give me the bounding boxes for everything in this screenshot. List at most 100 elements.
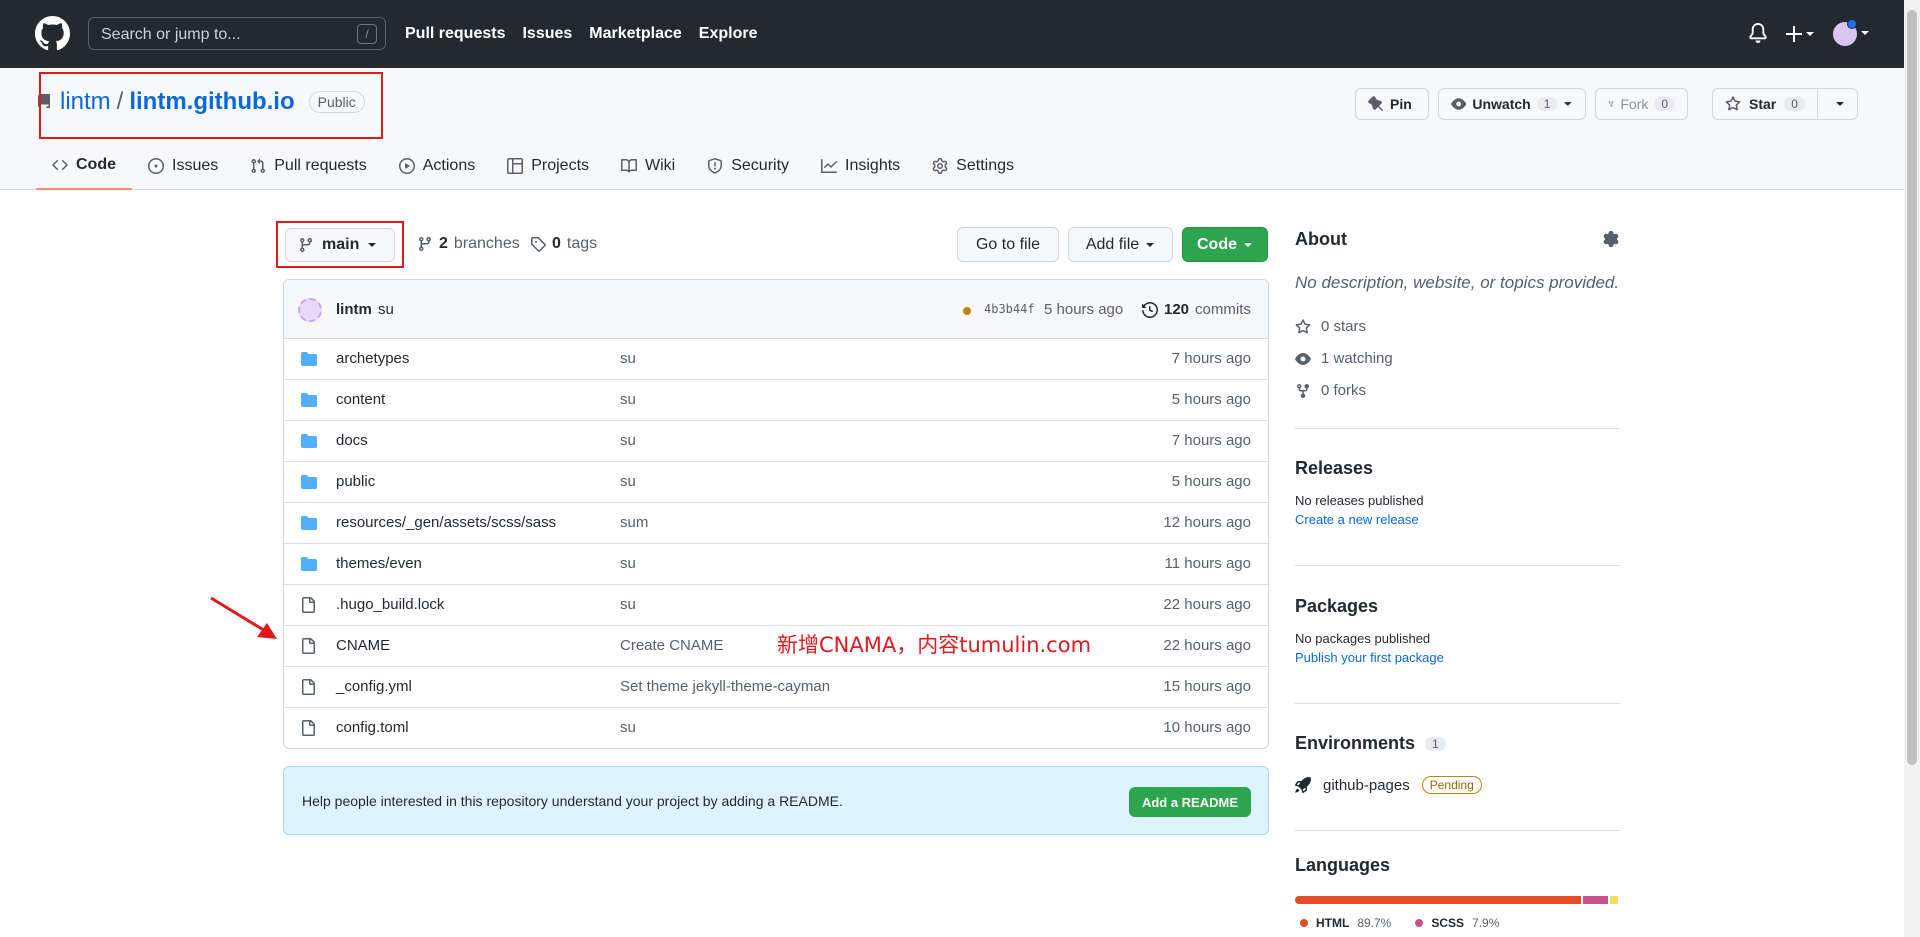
environment-item[interactable]: github-pages Pending (1295, 776, 1482, 794)
language-bar-segment (1295, 896, 1582, 904)
file-commit-message[interactable]: su (620, 391, 636, 408)
add-readme-button[interactable]: Add a README (1128, 787, 1251, 817)
tags-link[interactable]: 0 tags (530, 235, 597, 253)
tab-issues[interactable]: Issues (132, 154, 234, 190)
language-name: SCSS (1431, 916, 1465, 930)
publish-package-link[interactable]: Publish your first package (1295, 650, 1620, 665)
releases-heading[interactable]: Releases (1295, 458, 1620, 479)
commit-message[interactable]: su (378, 301, 394, 318)
file-name-link[interactable]: archetypes (336, 350, 409, 367)
packages-heading[interactable]: Packages (1295, 596, 1620, 617)
file-name-link[interactable]: themes/even (336, 555, 422, 572)
create-release-link[interactable]: Create a new release (1295, 512, 1620, 527)
commit-status-dot[interactable] (963, 307, 971, 315)
gear-icon[interactable] (1603, 231, 1619, 247)
file-commit-message[interactable]: su (620, 596, 636, 613)
file-commit-message[interactable]: sum (620, 514, 648, 531)
tab-security[interactable]: Security (691, 154, 805, 190)
branches-link[interactable]: 2 branches (417, 235, 520, 253)
graph-icon (821, 159, 838, 173)
branches-count: 2 (439, 235, 448, 252)
file-row[interactable]: themes/even su 11 hours ago (284, 544, 1268, 585)
go-to-file-button[interactable]: Go to file (957, 227, 1059, 262)
file-row[interactable]: .hugo_build.lock su 22 hours ago (284, 585, 1268, 626)
environments-heading[interactable]: Environments (1295, 733, 1415, 754)
commits-history-link[interactable]: 120 commits (1142, 301, 1251, 318)
file-row[interactable]: archetypes su 7 hours ago (284, 339, 1268, 380)
gear-icon (932, 158, 948, 174)
file-commit-message[interactable]: su (620, 432, 636, 449)
branches-label: branches (453, 235, 520, 252)
plus-icon[interactable] (1786, 24, 1814, 44)
file-name-link[interactable]: CNAME (336, 637, 390, 654)
file-name-link[interactable]: resources/_gen/assets/scss/sass (336, 514, 556, 531)
file-commit-message[interactable]: Create CNAME (620, 637, 723, 654)
star-button[interactable]: Star 0 (1713, 89, 1818, 119)
file-commit-message[interactable]: Set theme jekyll-theme-cayman (620, 678, 830, 695)
file-age: 5 hours ago (1171, 473, 1251, 490)
environments-count: 1 (1425, 736, 1446, 751)
fork-button[interactable]: Fork 0 (1595, 88, 1688, 120)
search-input[interactable]: Search or jump to... / (88, 17, 386, 50)
nav-pull-requests[interactable]: Pull requests (405, 25, 505, 43)
commit-hash[interactable]: 4b3b44f (984, 302, 1035, 316)
nav-issues[interactable]: Issues (522, 25, 572, 43)
code-button[interactable]: Code (1182, 227, 1268, 262)
file-browser: lintm su 4b3b44f 5 hours ago 120 commits… (283, 279, 1269, 749)
file-name-link[interactable]: content (336, 391, 385, 408)
file-commit-message[interactable]: su (620, 555, 636, 572)
file-row[interactable]: resources/_gen/assets/scss/sass sum 12 hou… (284, 503, 1268, 544)
tab-projects[interactable]: Projects (491, 154, 605, 190)
language-item-html[interactable]: HTML 89.7% (1300, 916, 1391, 930)
file-row[interactable]: _config.yml Set theme jekyll-theme-cayman… (284, 667, 1268, 708)
language-item-scss[interactable]: SCSS 7.9% (1415, 916, 1499, 930)
bell-icon[interactable] (1748, 22, 1768, 44)
fork-icon (1297, 383, 1309, 398)
commits-count: 120 (1164, 301, 1190, 318)
file-age: 10 hours ago (1163, 719, 1251, 736)
file-row[interactable]: docs su 7 hours ago (284, 421, 1268, 462)
file-age: 11 hours ago (1164, 555, 1251, 572)
file-row[interactable]: content su 5 hours ago (284, 380, 1268, 421)
tab-wiki[interactable]: Wiki (605, 154, 691, 190)
tab-code[interactable]: Code (36, 154, 132, 190)
pin-button[interactable]: Pin (1355, 88, 1429, 120)
file-commit-message[interactable]: su (620, 719, 636, 736)
tab-settings[interactable]: Settings (916, 154, 1030, 190)
file-row[interactable]: CNAME Create CNAME 22 hours ago (284, 626, 1268, 667)
file-name-link[interactable]: docs (336, 432, 368, 449)
nav-explore[interactable]: Explore (699, 25, 758, 43)
file-name-link[interactable]: _config.yml (336, 678, 412, 695)
stars-link[interactable]: 0 stars (1295, 318, 1366, 335)
annotation-arrow-icon (210, 596, 277, 639)
tab-security-label: Security (731, 157, 790, 174)
divider (1295, 565, 1620, 566)
github-logo-icon[interactable] (35, 16, 70, 51)
scrollbar[interactable] (1904, 0, 1920, 937)
commit-author[interactable]: lintm (336, 301, 372, 318)
author-avatar[interactable] (298, 298, 322, 322)
file-name-link[interactable]: config.toml (336, 719, 409, 736)
tab-insights[interactable]: Insights (805, 154, 916, 190)
tab-pull-requests[interactable]: Pull requests (234, 154, 383, 190)
file-commit-message[interactable]: su (620, 350, 636, 367)
file-row[interactable]: public su 5 hours ago (284, 462, 1268, 503)
file-name-link[interactable]: .hugo_build.lock (336, 596, 444, 613)
nav-marketplace[interactable]: Marketplace (589, 25, 682, 43)
unwatch-button[interactable]: Unwatch 1 (1438, 88, 1586, 120)
avatar[interactable] (1833, 19, 1857, 46)
about-heading-wrap: About (1295, 229, 1620, 250)
file-commit-message[interactable]: su (620, 473, 636, 490)
tab-actions[interactable]: Actions (383, 154, 491, 190)
add-file-button[interactable]: Add file (1068, 227, 1173, 262)
file-name-link[interactable]: public (336, 473, 375, 490)
forks-link[interactable]: 0 forks (1295, 382, 1366, 399)
scrollbar-thumb[interactable] (1907, 10, 1917, 765)
watching-link[interactable]: 1 watching (1295, 350, 1393, 367)
star-dropdown[interactable] (1824, 100, 1857, 108)
file-row[interactable]: config.toml su 10 hours ago (284, 708, 1268, 748)
highlight-box-repo-title (39, 72, 383, 139)
language-color-dot (1300, 919, 1308, 927)
folder-icon (300, 433, 318, 449)
watching-text: 1 watching (1321, 350, 1393, 367)
